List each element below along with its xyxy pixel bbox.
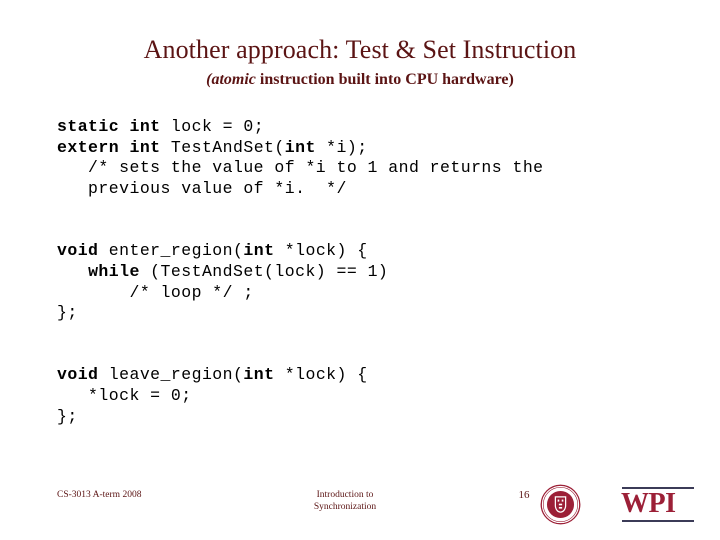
code-text: }; — [57, 303, 78, 323]
code-line: while (TestAndSet(lock) == 1) — [57, 262, 677, 283]
code-text: /* sets the value of *i to 1 and returns… — [57, 158, 544, 178]
code-line: void leave_region(int *lock) { — [57, 365, 677, 386]
code-keyword: int — [243, 365, 275, 385]
wpi-seal-icon — [540, 484, 581, 525]
code-line: *lock = 0; — [57, 386, 677, 407]
code-text: lock = 0; — [160, 117, 265, 136]
code-line: extern int TestAndSet(int *i); — [57, 138, 677, 159]
code-keyword: extern int — [57, 137, 161, 157]
code-comment: previous value of *i. */ — [57, 179, 677, 200]
code-line: }; — [57, 407, 677, 428]
code-text: }; — [57, 406, 78, 426]
footer-topic: Introduction to Synchronization — [245, 489, 445, 513]
code-keyword: void — [57, 365, 99, 385]
code-listing: static int lock = 0; extern int TestAndS… — [57, 117, 677, 427]
page-subtitle: (atomic instruction built into CPU hardw… — [0, 70, 720, 89]
page-number: 16 — [518, 489, 530, 501]
subtitle-rest: instruction built into CPU hardware) — [255, 71, 514, 88]
subtitle-emphasis: (atomic — [206, 71, 256, 88]
wpi-wordmark: WPI — [580, 483, 694, 527]
code-text: (TestAndSet(lock) == 1) — [139, 261, 389, 281]
code-text: *lock = 0; — [57, 386, 192, 406]
footer-course-label: CS-3013 A-term 2008 — [57, 490, 142, 500]
code-text: TestAndSet( — [160, 137, 285, 157]
code-keyword: int — [243, 241, 275, 261]
wordmark-text: WPI — [621, 488, 676, 519]
code-line: static int lock = 0; — [57, 117, 677, 138]
code-text: *lock) { — [274, 365, 368, 385]
page-title: Another approach: Test & Set Instruction — [143, 35, 577, 64]
slide-canvas: Another approach: Test & Set Instruction… — [0, 0, 720, 540]
code-comment: /* loop */ ; — [57, 283, 677, 304]
code-text: leave_region( — [98, 365, 244, 385]
code-keyword: static int — [57, 117, 161, 136]
code-text: previous value of *i. */ — [57, 179, 347, 199]
footer-topic-line-1: Introduction to — [316, 490, 374, 500]
footer-topic-line-2: Synchronization — [313, 502, 377, 512]
code-comment: /* sets the value of *i to 1 and returns… — [57, 158, 677, 179]
code-line: }; — [57, 303, 677, 324]
code-line: void enter_region(int *lock) { — [57, 241, 677, 262]
title-block: Another approach: Test & Set Instruction… — [0, 34, 720, 89]
code-keyword: void — [57, 241, 99, 261]
code-keyword: while — [88, 261, 140, 281]
code-text: /* loop */ ; — [57, 282, 254, 302]
code-text: *i); — [315, 137, 368, 157]
wordmark-rule-bottom — [622, 520, 694, 522]
code-keyword: int — [284, 137, 316, 157]
code-text: *lock) { — [274, 241, 368, 261]
code-text: enter_region( — [98, 241, 244, 261]
wpi-logo: WPI — [540, 483, 694, 527]
